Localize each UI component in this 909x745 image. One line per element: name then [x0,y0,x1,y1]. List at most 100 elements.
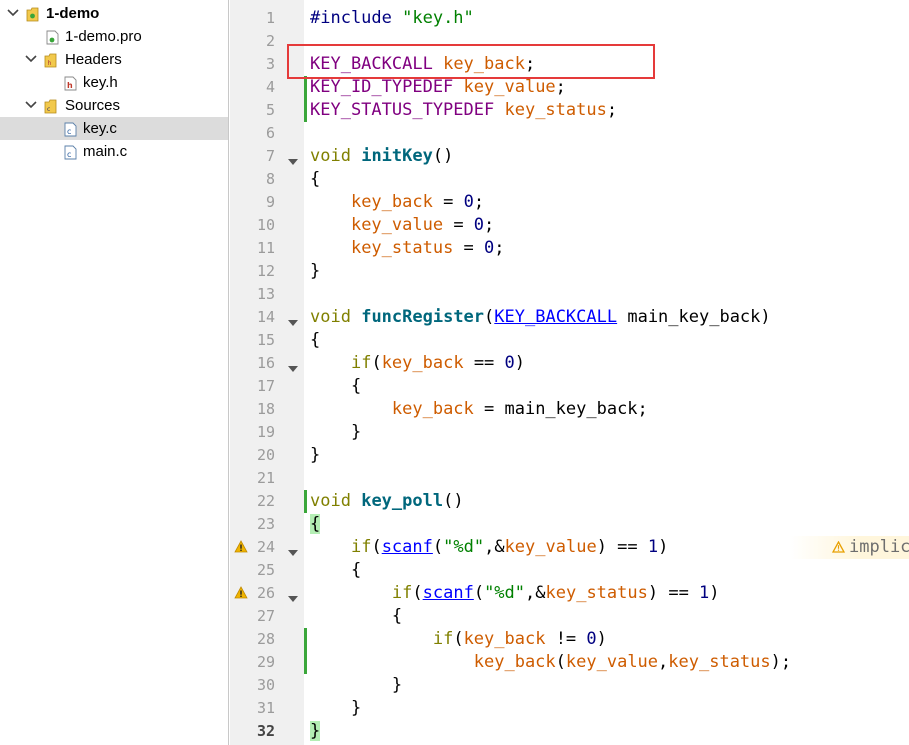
inline-warning-message[interactable]: implic [831,536,909,559]
code-token: { [310,376,362,396]
code-line[interactable] [310,283,909,306]
code-line[interactable]: { [310,375,909,398]
code-token: ); [770,652,792,672]
code-token: } [310,675,403,695]
code-line[interactable]: key_status = 0; [310,237,909,260]
code-token: } [310,445,321,465]
code-line[interactable]: { [310,168,909,191]
code-line[interactable]: } [310,720,909,743]
chevron-down-icon[interactable] [6,2,20,25]
chevron-down-icon[interactable] [24,48,38,71]
code-line[interactable]: key_back = main_key_back; [310,398,909,421]
tree-item-headers[interactable]: h Headers [0,48,228,71]
gutter-line: 9 [230,191,304,214]
code-line[interactable]: if(scanf("%d",&key_value) == 1) implic [310,536,909,559]
tree-item-key-h[interactable]: h key.h [0,71,228,94]
code-token: ; [494,238,505,258]
code-line[interactable]: void initKey() [310,145,909,168]
warning-icon[interactable] [234,540,248,558]
code-token: KEY_BACKCALL [310,54,433,74]
code-editor[interactable]: 1 2 3 4 5 6 7 8 9 10 11 12 13 14 15 16 17 18 19 20 21 22 23 24 2… [230,0,909,745]
code-line[interactable] [310,30,909,53]
code-token: = main_key_back; [473,399,648,419]
code-line[interactable]: { [310,559,909,582]
code-line[interactable]: key_back(key_value,key_status); [310,651,909,674]
code-line[interactable]: } [310,421,909,444]
tree-item-project[interactable]: 1-demo [0,2,228,25]
line-number: 32 [256,722,275,740]
code-token: ; [524,54,536,74]
gutter-line: 27 [230,605,304,628]
code-line[interactable]: if(key_back != 0) [310,628,909,651]
line-number: 28 [256,630,275,648]
tree-item-sources[interactable]: c Sources [0,94,228,117]
code-token: "key.h" [402,8,474,28]
code-token: KEY_ID_TYPEDEF [310,77,454,97]
chevron-down-icon[interactable] [24,94,38,117]
pro-file-label: 1-demo.pro [65,28,142,45]
source-file-label: key.c [83,120,117,137]
code-token: void [310,307,351,327]
code-line[interactable]: } [310,697,909,720]
code-token: key_value [565,652,659,672]
code-line[interactable]: key_value = 0; [310,214,909,237]
gutter-line: 19 [230,421,304,444]
code-token: ,& [525,583,546,603]
code-line[interactable]: } [310,444,909,467]
code-line[interactable]: #include "key.h" [310,7,909,30]
code-line[interactable]: { [310,329,909,352]
code-token: () [443,491,464,511]
line-number: 10 [256,216,275,234]
line-number: 19 [256,423,275,441]
code-token: , [658,652,669,672]
code-token: key_back [381,353,464,373]
code-token: 1 [647,537,659,557]
gutter-line: 31 [230,697,304,720]
code-token: KEY_STATUS_TYPEDEF [310,100,495,120]
line-number: 4 [265,78,275,96]
warning-outline-icon [831,540,846,553]
code-token: ( [371,537,382,557]
code-token: void [310,146,351,166]
code-line[interactable]: } [310,260,909,283]
tree-item-key-c[interactable]: c key.c [0,117,228,140]
code-line[interactable] [310,467,909,490]
folder-sources-icon: c [44,98,57,114]
code-line[interactable]: KEY_BACKCALL key_back; [310,53,909,76]
code-line[interactable]: { [310,605,909,628]
line-number: 16 [256,354,275,372]
code-line[interactable]: KEY_ID_TYPEDEF key_value; [310,76,909,99]
gutter-line: 26 [230,582,304,605]
svg-text:c: c [47,106,50,113]
gutter-line: 30 [230,674,304,697]
code-line[interactable]: { [310,513,909,536]
line-number: 20 [256,446,275,464]
tree-item-main-c[interactable]: c main.c [0,140,228,163]
line-number: 5 [265,101,275,119]
code-line[interactable]: } [310,674,909,697]
code-token: ( [453,629,464,649]
line-number: 27 [256,607,275,625]
code-token: ; [555,77,566,97]
code-line[interactable]: void key_poll() [310,490,909,513]
code-line[interactable]: if(scanf("%d",&key_status) == 1) [310,582,909,605]
code-line[interactable]: KEY_STATUS_TYPEDEF key_status; [310,99,909,122]
code-line[interactable]: key_back = 0; [310,191,909,214]
code-line[interactable] [310,122,909,145]
code-token: ) [514,353,526,373]
code-token: 0 [586,629,597,649]
code-area[interactable]: #include "key.h" KEY_BACKCALL key_back; KE… [310,0,909,745]
tree-item-pro-file[interactable]: 1-demo.pro [0,25,228,48]
code-line[interactable]: if(key_back == 0) [310,352,909,375]
code-token: if [350,537,372,557]
code-token: ( [432,537,444,557]
header-file-label: key.h [83,74,118,91]
code-line[interactable]: void funcRegister(KEY_BACKCALL main_key_… [310,306,909,329]
line-number: 11 [256,239,275,257]
warning-icon[interactable] [234,586,248,604]
